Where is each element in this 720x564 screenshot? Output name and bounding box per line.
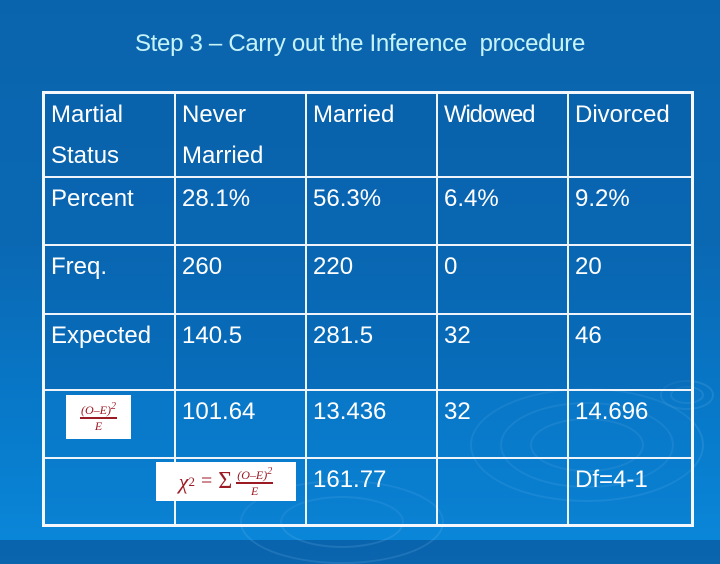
table-row-expected: Expected 140.5 281.5 32 46 xyxy=(42,313,694,391)
header-cell-never-married: Never Married xyxy=(174,91,307,178)
table-cell: 13.436 xyxy=(305,389,438,459)
header-text: Married xyxy=(313,101,395,128)
table-cell: 220 xyxy=(305,244,438,315)
fraction-numerator: (O–E)2 xyxy=(80,402,117,419)
equals-sign: = xyxy=(200,470,213,492)
header-text: Married xyxy=(182,142,264,169)
chi-square-table: Martial Status Never Married Married Widow… xyxy=(42,91,694,527)
contribution-formula: (O–E)2 E xyxy=(66,395,131,439)
fraction: (O–E)2 E xyxy=(80,402,117,432)
table-cell: 6.4% xyxy=(436,176,569,246)
table-row-contribution: 101.64 13.436 32 14.696 xyxy=(42,389,694,459)
row-label: Expected xyxy=(42,313,176,391)
table-row-freq: Freq. 260 220 0 20 xyxy=(42,244,694,315)
header-cell-married: Married xyxy=(305,91,438,178)
table-cell: 101.64 xyxy=(174,389,307,459)
row-label: Freq. xyxy=(42,244,176,315)
numerator-text: (O–E) xyxy=(237,467,268,482)
chi-square-formula: χ2 = Σ (O–E)2 E xyxy=(156,462,296,501)
table-cell: 32 xyxy=(436,313,569,391)
table-cell: 9.2% xyxy=(567,176,694,246)
header-text: Never xyxy=(182,101,247,128)
exponent: 2 xyxy=(111,401,116,412)
table-cell: 260 xyxy=(174,244,307,315)
table-cell: 56.3% xyxy=(305,176,438,246)
table-row-summary: 161.77 Df=4-1 xyxy=(42,457,694,526)
numerator-text: (O–E) xyxy=(81,403,111,417)
empty-cell xyxy=(436,457,569,526)
table-cell: 281.5 xyxy=(305,313,438,391)
table-cell: 0 xyxy=(436,244,569,315)
table-row-percent: Percent 28.1% 56.3% 6.4% 9.2% xyxy=(42,176,694,246)
fraction-denominator: E xyxy=(94,419,103,433)
chi-square-value: 161.77 xyxy=(305,457,438,526)
table-cell: 46 xyxy=(567,313,694,391)
chi-symbol: χ xyxy=(178,468,189,494)
header-cell-divorced: Divorced xyxy=(567,91,694,178)
fraction-denominator: E xyxy=(251,483,259,498)
table-cell: 20 xyxy=(567,244,694,315)
header-row: Martial Status Never Married Married Widow… xyxy=(42,91,694,178)
header-text: Divorced xyxy=(575,101,670,128)
fraction-numerator: (O–E)2 xyxy=(236,465,274,484)
header-text: Widowed xyxy=(444,101,536,128)
sigma-symbol: Σ xyxy=(218,468,233,494)
chi-exponent: 2 xyxy=(188,473,195,489)
header-cell-widowed: Widowed xyxy=(436,91,569,178)
row-label: Percent xyxy=(42,176,176,246)
table-cell: 140.5 xyxy=(174,313,307,391)
degrees-of-freedom: Df=4-1 xyxy=(567,457,694,526)
table-cell: 28.1% xyxy=(174,176,307,246)
table-cell: 32 xyxy=(436,389,569,459)
slide-title: Step 3 – Carry out the Inference procedu… xyxy=(134,30,586,57)
fraction: (O–E)2 E xyxy=(236,465,274,498)
header-label-line2: Status xyxy=(51,142,120,169)
header-cell-label: Martial Status xyxy=(42,91,176,178)
header-label-line1: Martial xyxy=(51,101,124,128)
exponent: 2 xyxy=(267,465,273,477)
table-cell: 14.696 xyxy=(567,389,694,459)
